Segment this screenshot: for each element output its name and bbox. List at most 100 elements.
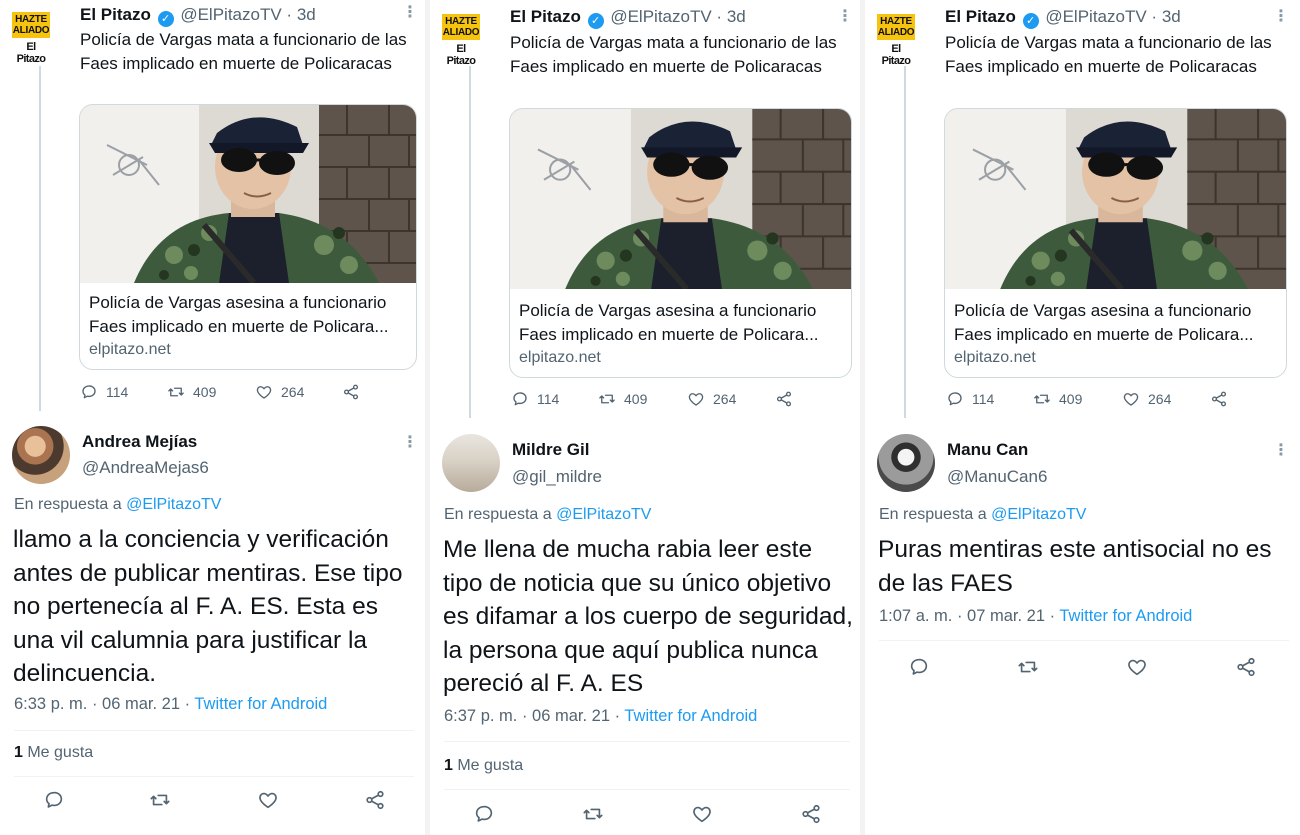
author-name[interactable]: El Pitazo [510,7,581,26]
retweet-button[interactable]: 409 [167,383,216,401]
like-icon[interactable] [691,803,713,825]
share-icon [1210,390,1228,408]
card-domain: elpitazo.net [954,349,1036,366]
reply-button[interactable]: 114 [511,390,559,408]
like-icon [255,383,273,401]
retweet-icon[interactable] [582,803,604,825]
reply-meta: 6:37 p. m. · 06 mar. 21 · Twitter for An… [444,707,757,726]
logo-brand: El Pitazo [16,41,46,65]
in-reply-link[interactable]: @ElPitazoTV [556,506,651,523]
panel-3: HAZTE ALIADO El Pitazo El Pitazo ✓ @ElPit… [865,0,1300,835]
reply-timestamp[interactable]: 6:33 p. m. · 06 mar. 21 · [14,695,194,713]
panel-2: HAZTE ALIADO El Pitazo El Pitazo ✓ @ElPit… [430,0,860,835]
reply-icon[interactable] [473,803,495,825]
likes-summary[interactable]: 1 Me gusta [444,757,523,775]
author-handle[interactable]: @ElPitazoTV [1045,7,1146,26]
reply-icon[interactable] [43,789,65,811]
like-button[interactable]: 264 [687,390,736,408]
in-reply-to: En respuesta a @ElPitazoTV [879,506,1087,523]
more-icon[interactable]: ⋮ [402,432,418,452]
reply-button[interactable]: 114 [80,383,128,401]
like-icon [687,390,705,408]
in-reply-to: En respuesta a @ElPitazoTV [14,496,222,513]
tweet-time[interactable]: 3d [1162,7,1181,26]
panel-1: HAZTE ALIADO El Pitazo El Pitazo ✓ @ElPit… [0,0,425,835]
card-title-line-1: Policía de Vargas asesina a funcionario [89,293,387,312]
like-button[interactable]: 264 [255,383,304,401]
like-count: 264 [713,391,737,407]
retweet-icon [1033,390,1051,408]
share-icon[interactable] [1235,656,1257,678]
retweet-icon[interactable] [1017,656,1039,678]
in-reply-link[interactable]: @ElPitazoTV [126,496,221,513]
divider [444,741,850,742]
card-title-line-1: Policía de Vargas asesina a funcionario [519,301,817,320]
retweet-count: 409 [1059,391,1083,407]
share-button[interactable] [1210,390,1228,408]
link-card[interactable]: Policía de Vargas asesina a funcionario … [509,108,852,378]
author-handle[interactable]: @ElPitazoTV [610,7,711,26]
likes-summary[interactable]: 1 Me gusta [14,744,93,762]
share-icon[interactable] [800,803,822,825]
share-icon[interactable] [364,789,386,811]
reply-source[interactable]: Twitter for Android [624,707,757,725]
card-title-line-2: Faes implicado en muerte de Policara... [89,317,389,336]
in-reply-link[interactable]: @ElPitazoTV [991,506,1086,523]
logo-badge: HAZTE ALIADO [877,14,915,40]
tweet-header: El Pitazo ✓ @ElPitazoTV · 3d [80,5,316,27]
avatar[interactable] [12,426,70,484]
el-pitazo-avatar[interactable]: HAZTE ALIADO El Pitazo [12,12,58,66]
like-icon[interactable] [257,789,279,811]
divider [879,640,1289,641]
reply-button[interactable]: 114 [946,390,994,408]
separator: · [1151,7,1158,26]
reply-meta: 6:33 p. m. · 06 mar. 21 · Twitter for An… [14,695,327,714]
tweet-time[interactable]: 3d [727,7,746,26]
more-icon[interactable]: ⋮ [1273,6,1289,26]
retweet-count: 409 [624,391,648,407]
more-icon[interactable]: ⋮ [402,2,418,22]
reply-text: llamo a la conciencia y verificación ant… [13,526,403,687]
reply-author-handle[interactable]: @gil_mildre [512,467,602,487]
link-card[interactable]: Policía de Vargas asesina a funcionario … [944,108,1287,378]
tweet-time[interactable]: 3d [297,5,316,24]
reply-author-name[interactable]: Mildre Gil [512,440,589,460]
card-domain: elpitazo.net [519,349,601,366]
more-icon[interactable]: ⋮ [837,6,853,26]
reply-timestamp[interactable]: 6:37 p. m. · 06 mar. 21 · [444,707,624,725]
like-count: 264 [1148,391,1172,407]
tweet-actions: 114 409 264 [946,390,1246,414]
reply-count: 114 [537,391,560,407]
reply-author-handle[interactable]: @AndreaMejas6 [82,458,209,478]
card-photo [80,105,416,283]
retweet-button[interactable]: 409 [598,390,647,408]
share-button[interactable] [775,390,793,408]
reply-author-handle[interactable]: @ManuCan6 [947,467,1047,487]
reply-source[interactable]: Twitter for Android [194,695,327,713]
reply-source[interactable]: Twitter for Android [1059,607,1192,625]
card-domain: elpitazo.net [89,341,171,358]
author-handle[interactable]: @ElPitazoTV [180,5,281,24]
avatar[interactable] [442,434,500,492]
el-pitazo-avatar[interactable]: HAZTE ALIADO El Pitazo [877,14,923,68]
author-name[interactable]: El Pitazo [945,7,1016,26]
retweet-button[interactable]: 409 [1033,390,1082,408]
reply-timestamp[interactable]: 1:07 a. m. · 07 mar. 21 · [879,607,1059,625]
avatar[interactable] [877,434,935,492]
like-icon[interactable] [1126,656,1148,678]
retweet-icon[interactable] [149,789,171,811]
like-button[interactable]: 264 [1122,390,1171,408]
el-pitazo-avatar[interactable]: HAZTE ALIADO El Pitazo [442,14,488,68]
more-icon[interactable]: ⋮ [1273,440,1289,460]
link-card[interactable]: Policía de Vargas asesina a funcionario … [79,104,417,370]
reply-meta: 1:07 a. m. · 07 mar. 21 · Twitter for An… [879,607,1192,626]
reply-author-name[interactable]: Manu Can [947,440,1028,460]
card-photo [945,109,1286,289]
separator: · [286,5,293,24]
author-name[interactable]: El Pitazo [80,5,151,24]
reply-icon [80,383,98,401]
reply-author-name[interactable]: Andrea Mejías [82,432,197,452]
reply-icon[interactable] [908,656,930,678]
share-icon [342,383,360,401]
share-button[interactable] [342,383,360,401]
